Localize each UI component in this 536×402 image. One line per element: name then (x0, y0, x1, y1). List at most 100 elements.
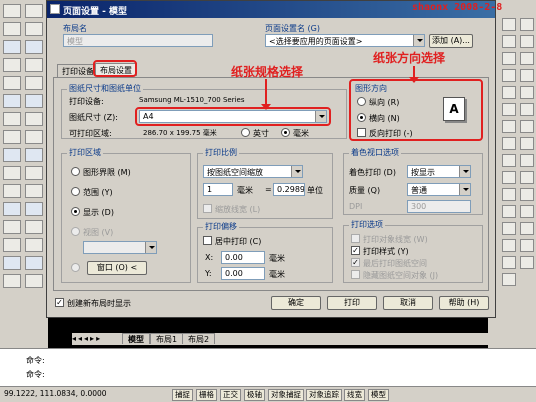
draw-gradient-icon[interactable] (502, 273, 516, 286)
landscape-radio[interactable] (357, 113, 366, 122)
tab-layout2[interactable]: 布局2 (182, 333, 216, 344)
draw-point-icon[interactable] (502, 239, 516, 252)
draw-spline-icon[interactable] (502, 154, 516, 167)
ellipse-tool-icon[interactable] (3, 112, 21, 126)
move-tool-icon[interactable] (25, 94, 43, 108)
copy-tool-icon[interactable] (25, 22, 43, 36)
scale-tool-icon[interactable] (25, 130, 43, 144)
table-tool-icon[interactable] (3, 220, 21, 234)
array-tool-icon[interactable] (25, 76, 43, 90)
break-tool-icon[interactable] (25, 202, 43, 216)
explode-tool-icon[interactable] (25, 256, 43, 270)
polar-toggle[interactable]: 极轴 (244, 389, 265, 401)
reverse-print-checkbox[interactable] (357, 128, 366, 137)
lineweight-toggle[interactable]: 线宽 (344, 389, 365, 401)
modify-array-icon[interactable] (520, 86, 534, 99)
polyline-tool-icon[interactable] (3, 22, 21, 36)
draw-circle-icon[interactable] (502, 120, 516, 133)
scale-num2-input[interactable]: 0.2989 (273, 183, 305, 196)
shade-plot-dropdown[interactable]: 按显示 (407, 165, 471, 178)
model-toggle[interactable]: 模型 (368, 389, 389, 401)
xline-tool-icon[interactable] (3, 274, 21, 288)
offset-x-input[interactable]: 0.00 (221, 251, 265, 264)
otrack-toggle[interactable]: 对象追踪 (306, 389, 342, 401)
draw-polygon-icon[interactable] (502, 69, 516, 82)
draw-arc-icon[interactable] (502, 103, 516, 116)
offset-tool-icon[interactable] (25, 58, 43, 72)
draw-hatch-icon[interactable] (502, 256, 516, 269)
modify-break-icon[interactable] (520, 205, 534, 218)
modify-scale-icon[interactable] (520, 137, 534, 150)
draw-ray-icon[interactable] (502, 35, 516, 48)
trim-tool-icon[interactable] (25, 166, 43, 180)
extents-radio[interactable] (71, 187, 80, 196)
modify-fillet-icon[interactable] (520, 239, 534, 252)
join-tool-icon[interactable] (25, 274, 43, 288)
window-button[interactable]: 窗口 (O) < (87, 261, 147, 275)
plot-styles-checkbox[interactable]: ✓ (351, 246, 360, 255)
scale-dropdown[interactable]: 按图纸空间缩放 (203, 165, 303, 178)
help-button[interactable]: 帮助 (H) (439, 296, 489, 310)
cancel-button[interactable]: 取消 (383, 296, 433, 310)
modify-chamfer-icon[interactable] (520, 222, 534, 235)
region-tool-icon[interactable] (3, 238, 21, 252)
arc-tool-icon[interactable] (3, 58, 21, 72)
modify-explode-icon[interactable] (520, 256, 534, 269)
quality-dropdown[interactable]: 普通 (407, 183, 471, 196)
portrait-radio[interactable] (357, 97, 366, 106)
hatch-tool-icon[interactable] (3, 148, 21, 162)
point-tool-icon[interactable] (3, 184, 21, 198)
snap-toggle[interactable]: 捕捉 (172, 389, 193, 401)
limits-radio[interactable] (71, 167, 80, 176)
ortho-toggle[interactable]: 正交 (220, 389, 241, 401)
offset-y-input[interactable]: 0.00 (221, 267, 265, 280)
draw-insert-icon[interactable] (502, 205, 516, 218)
unit-mm-radio[interactable] (281, 128, 290, 137)
modify-trim-icon[interactable] (520, 171, 534, 184)
page-setup-dropdown[interactable]: <选择要应用的页面设置> (265, 34, 425, 47)
display-radio[interactable] (71, 207, 80, 216)
modify-stretch-icon[interactable] (520, 154, 534, 167)
modify-rotate-icon[interactable] (520, 120, 534, 133)
chamfer-tool-icon[interactable] (25, 220, 43, 234)
draw-ellipse-arc-icon[interactable] (502, 188, 516, 201)
new-layout-checkbox[interactable]: ✓ (55, 298, 64, 307)
mirror-tool-icon[interactable] (25, 40, 43, 54)
unit-inch-radio[interactable] (241, 128, 250, 137)
modify-copy-icon[interactable] (520, 35, 534, 48)
command-window[interactable]: 命令: 命令: (0, 348, 536, 386)
extend-tool-icon[interactable] (25, 184, 43, 198)
modify-offset-icon[interactable] (520, 69, 534, 82)
block-tool-icon[interactable] (3, 166, 21, 180)
tab-nav-arrows[interactable]: ◂◂◂▸▸ (72, 334, 102, 343)
draw-revcloud-icon[interactable] (502, 137, 516, 150)
tab-model[interactable]: 模型 (122, 333, 150, 344)
line-tool-icon[interactable] (3, 4, 21, 18)
draw-rect-icon[interactable] (502, 86, 516, 99)
center-print-checkbox[interactable] (203, 236, 212, 245)
mline-tool-icon[interactable] (3, 256, 21, 270)
rotate-tool-icon[interactable] (25, 112, 43, 126)
print-button[interactable]: 打印 (327, 296, 377, 310)
scale-num1-input[interactable]: 1 (203, 183, 233, 196)
modify-move-icon[interactable] (520, 103, 534, 116)
modify-mirror-icon[interactable] (520, 52, 534, 65)
osnap-toggle[interactable]: 对象捕捉 (268, 389, 304, 401)
draw-line-icon[interactable] (502, 18, 516, 31)
draw-block-icon[interactable] (502, 222, 516, 235)
modify-extend-icon[interactable] (520, 188, 534, 201)
circle-tool-icon[interactable] (3, 40, 21, 54)
ok-button[interactable]: 确定 (271, 296, 321, 310)
rectangle-tool-icon[interactable] (3, 76, 21, 90)
draw-polyline-icon[interactable] (502, 52, 516, 65)
modify-erase-icon[interactable] (520, 18, 534, 31)
grid-toggle[interactable]: 栅格 (196, 389, 217, 401)
stretch-tool-icon[interactable] (25, 148, 43, 162)
polygon-tool-icon[interactable] (3, 94, 21, 108)
spline-tool-icon[interactable] (3, 130, 21, 144)
tab-layout1[interactable]: 布局1 (150, 333, 184, 344)
fillet-tool-icon[interactable] (25, 238, 43, 252)
erase-tool-icon[interactable] (25, 4, 43, 18)
draw-ellipse-icon[interactable] (502, 171, 516, 184)
text-tool-icon[interactable] (3, 202, 21, 216)
